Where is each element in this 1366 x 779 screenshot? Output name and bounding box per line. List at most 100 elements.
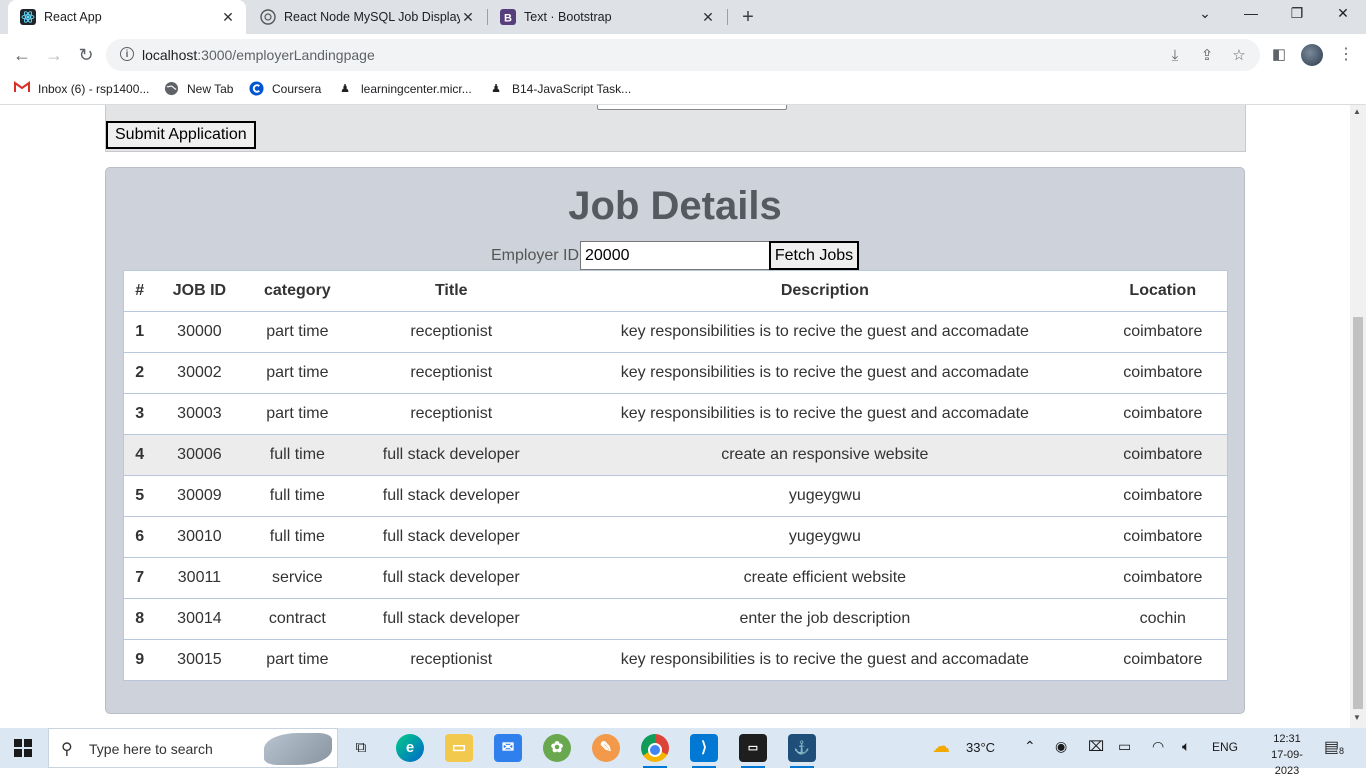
tab-search-icon[interactable]: ⌄ bbox=[1190, 5, 1220, 22]
table-cell-category: part time bbox=[243, 639, 352, 681]
page-scrollbar[interactable]: ▲ ▼ bbox=[1350, 105, 1366, 728]
close-window-icon[interactable]: ✕ bbox=[1328, 5, 1358, 22]
bookmark-star-icon[interactable]: ☆ bbox=[1230, 47, 1248, 65]
table-cell-idx: 4 bbox=[123, 434, 156, 476]
weather-temp[interactable]: 33°C bbox=[966, 740, 995, 755]
table-cell-job-id: 30003 bbox=[155, 393, 244, 435]
chevron-up-icon[interactable]: ⌃ bbox=[1024, 738, 1036, 755]
bookmark-label: Inbox (6) - rsp1400... bbox=[38, 82, 150, 96]
bookmark-gmail[interactable]: Inbox (6) - rsp1400... bbox=[14, 81, 149, 97]
table-cell-description: key responsibilities is to recive the gu… bbox=[551, 311, 1099, 353]
bookmark-label: Coursera bbox=[272, 82, 322, 96]
mysql-workbench-icon[interactable]: ⚓ bbox=[788, 734, 816, 768]
install-icon[interactable]: ⤓ bbox=[1166, 47, 1184, 65]
table-cell-description: key responsibilities is to recive the gu… bbox=[551, 639, 1099, 681]
table-cell-location: coimbatore bbox=[1098, 393, 1228, 435]
jobs-table-body: 1 30000 part time receptionist key responsib… bbox=[123, 311, 1228, 681]
bookmarks-bar: Inbox (6) - rsp1400... New Tab Coursera … bbox=[0, 76, 1366, 105]
employer-id-input[interactable] bbox=[580, 241, 770, 270]
table-row: 3 30003 part time receptionist key responsib… bbox=[123, 393, 1228, 435]
site-info-icon[interactable]: i bbox=[120, 47, 134, 61]
table-cell-job-id: 30011 bbox=[155, 557, 244, 599]
tab-job-display[interactable]: React Node MySQL Job Display ✕ bbox=[248, 0, 486, 34]
back-icon[interactable]: ← bbox=[10, 44, 34, 68]
app-green-icon[interactable]: ✿ bbox=[543, 734, 571, 762]
table-row: 5 30009 full time full stack developer yugey… bbox=[123, 475, 1228, 517]
fetch-jobs-button[interactable]: Fetch Jobs bbox=[769, 241, 859, 270]
table-cell-location: coimbatore bbox=[1098, 475, 1228, 517]
page-title: Job Details bbox=[568, 184, 782, 228]
job-details-panel: Job Details Employer ID: Fetch Jobs # JO… bbox=[105, 167, 1245, 714]
scroll-thumb[interactable] bbox=[1353, 317, 1363, 709]
new-tab-icon[interactable]: + bbox=[738, 6, 758, 29]
table-row: 9 30015 part time receptionist key responsib… bbox=[123, 639, 1228, 681]
table-cell-job-id: 30014 bbox=[155, 598, 244, 640]
bookmark-coursera[interactable]: Coursera bbox=[248, 81, 321, 97]
meet-icon[interactable]: ◉ bbox=[1055, 738, 1067, 755]
taskbar-search[interactable]: ⚲ Type here to search bbox=[48, 728, 338, 768]
chrome-icon[interactable] bbox=[641, 734, 669, 768]
weather-icon[interactable]: ☁ bbox=[932, 736, 950, 757]
windows-start-icon[interactable] bbox=[14, 739, 32, 757]
close-tab-icon[interactable]: ✕ bbox=[220, 9, 236, 26]
battery-icon[interactable]: ▭ bbox=[1118, 738, 1131, 755]
table-cell-description: enter the job description bbox=[551, 598, 1099, 640]
restore-icon[interactable]: ❐ bbox=[1282, 5, 1312, 22]
task-view-icon[interactable]: ⧉ bbox=[347, 734, 375, 762]
scroll-up-icon[interactable]: ▲ bbox=[1353, 107, 1361, 116]
url-host: localhost bbox=[142, 47, 198, 63]
page-viewport: Submit Application Job Details Employer … bbox=[0, 105, 1350, 728]
table-header-row: # JOB ID category Title Description Loca… bbox=[124, 271, 1228, 312]
table-cell-idx: 7 bbox=[123, 557, 156, 599]
tab-bootstrap[interactable]: B Text · Bootstrap ✕ bbox=[488, 0, 726, 34]
table-cell-job-id: 30000 bbox=[155, 311, 244, 353]
table-cell-description: create efficient website bbox=[551, 557, 1099, 599]
search-icon: ⚲ bbox=[61, 741, 73, 758]
minimize-icon[interactable]: — bbox=[1236, 5, 1266, 21]
side-panel-icon[interactable]: ◧ bbox=[1270, 46, 1288, 64]
notification-count: 8 bbox=[1337, 746, 1347, 756]
forward-icon[interactable]: → bbox=[42, 44, 66, 68]
menu-icon[interactable]: ⋮ bbox=[1338, 44, 1354, 64]
table-cell-title: full stack developer bbox=[351, 475, 552, 517]
bookmark-learningcenter[interactable]: ♟ learningcenter.micr... bbox=[337, 81, 472, 97]
scroll-down-icon[interactable]: ▼ bbox=[1353, 713, 1361, 722]
network-drive-icon[interactable]: ⌧ bbox=[1088, 738, 1104, 755]
volume-icon[interactable]: 🔈︎ bbox=[1182, 738, 1190, 755]
url-text[interactable]: localhost:3000/employerLandingpage bbox=[142, 47, 375, 63]
chatgpt-icon bbox=[260, 9, 276, 25]
paint-icon[interactable]: ✎ bbox=[592, 734, 620, 762]
share-icon[interactable]: ⇪ bbox=[1198, 47, 1216, 65]
bookmark-js-task[interactable]: ♟ B14-JavaScript Task... bbox=[488, 81, 631, 97]
employer-id-label: Employer ID: bbox=[491, 247, 584, 264]
table-cell-title: receptionist bbox=[351, 311, 552, 353]
search-highlight-image bbox=[264, 733, 332, 765]
table-cell-idx: 6 bbox=[123, 516, 156, 558]
notifications-icon[interactable]: ▤ bbox=[1324, 737, 1339, 757]
form-input-partial[interactable] bbox=[597, 105, 787, 110]
file-explorer-icon[interactable]: ▭ bbox=[445, 734, 473, 762]
vscode-icon[interactable]: ⟩ bbox=[690, 734, 718, 768]
address-bar[interactable]: i localhost:3000/employerLandingpage ⤓ ⇪… bbox=[106, 39, 1260, 71]
edge-icon[interactable]: e bbox=[396, 734, 424, 762]
terminal-icon[interactable]: ▭ bbox=[739, 734, 767, 768]
language-indicator[interactable]: ENG bbox=[1212, 740, 1238, 754]
clock[interactable]: 12:31 17-09-2023 bbox=[1262, 731, 1312, 779]
table-cell-idx: 3 bbox=[123, 393, 156, 435]
table-cell-title: receptionist bbox=[351, 393, 552, 435]
close-tab-icon[interactable]: ✕ bbox=[700, 9, 716, 26]
tab-react-app[interactable]: React App ✕ bbox=[8, 0, 246, 34]
avatar[interactable] bbox=[1301, 44, 1323, 66]
wifi-icon[interactable]: ◠ bbox=[1152, 738, 1164, 755]
close-tab-icon[interactable]: ✕ bbox=[460, 9, 476, 26]
column-header: JOB ID bbox=[172, 282, 227, 299]
mail-icon[interactable]: ✉ bbox=[494, 734, 522, 762]
table-cell-location: coimbatore bbox=[1098, 516, 1228, 558]
submit-application-button[interactable]: Submit Application bbox=[106, 121, 256, 149]
reload-icon[interactable]: ↻ bbox=[74, 44, 98, 68]
table-cell-idx: 5 bbox=[123, 475, 156, 517]
table-cell-job-id: 30015 bbox=[155, 639, 244, 681]
employer-search-row: Employer ID: Fetch Jobs bbox=[106, 240, 1244, 270]
bookmark-new-tab[interactable]: New Tab bbox=[163, 81, 233, 97]
table-cell-job-id: 30002 bbox=[155, 352, 244, 394]
